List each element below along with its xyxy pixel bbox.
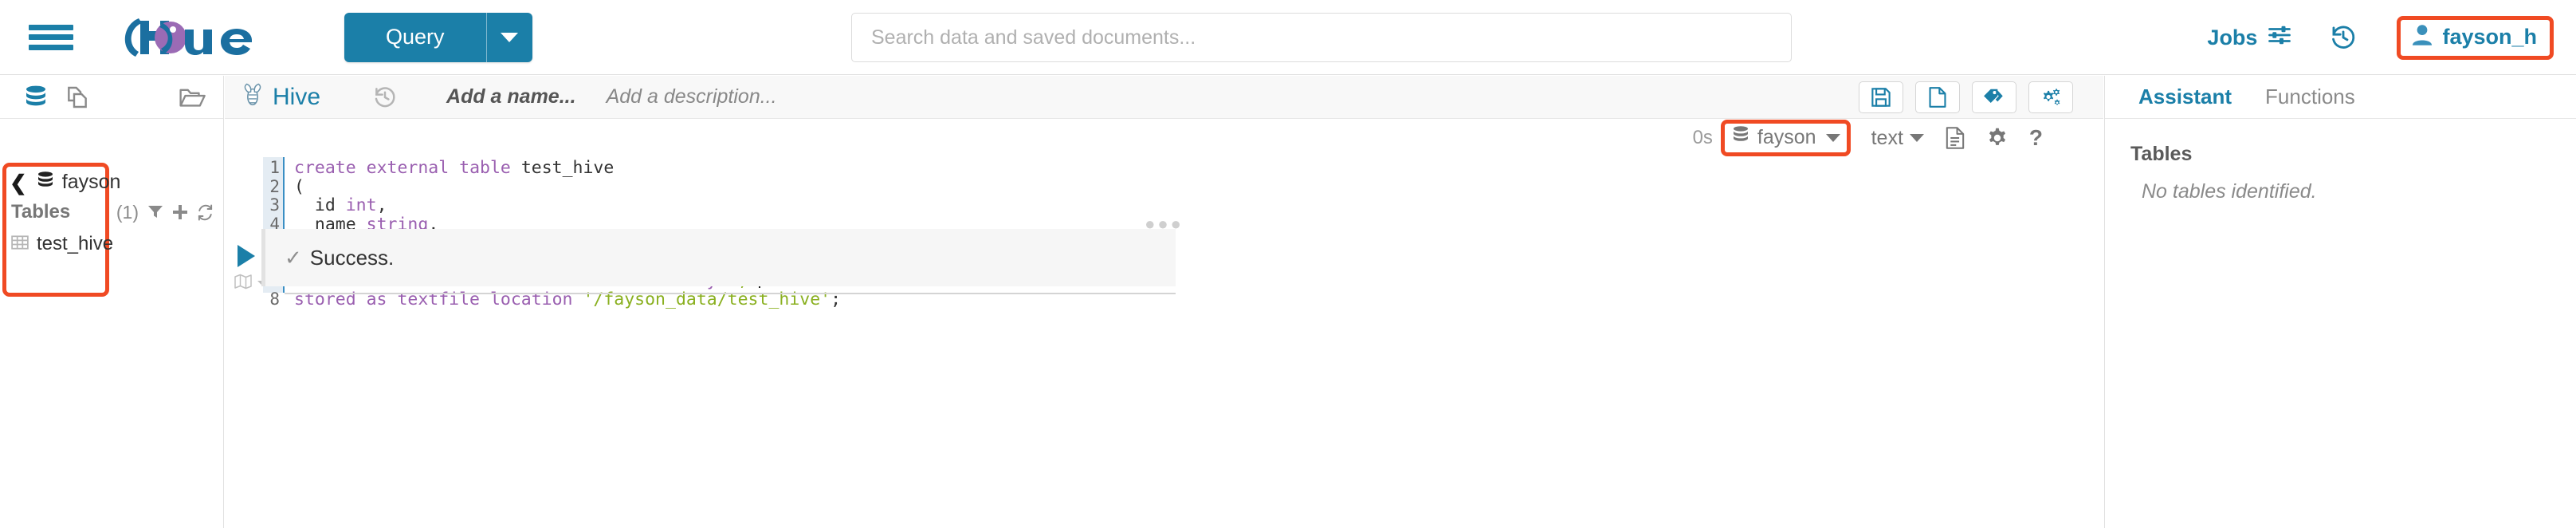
settings-button[interactable] bbox=[2028, 81, 2073, 113]
tables-label: Tables bbox=[11, 201, 70, 223]
editor-header-buttons bbox=[1859, 81, 2073, 113]
tab-functions[interactable]: Functions bbox=[2265, 85, 2355, 109]
topnav-right-group: Jobs bbox=[2207, 0, 2554, 75]
database-selector[interactable]: fayson bbox=[1731, 125, 1840, 150]
editor-header: Hive Add a name... Add a description... bbox=[225, 76, 2103, 119]
query-button-group[interactable]: Query bbox=[344, 13, 532, 62]
chevron-down-icon bbox=[1826, 134, 1840, 142]
hue-logo[interactable] bbox=[112, 14, 271, 61]
engine-label: Hive bbox=[273, 84, 320, 111]
query-description-input[interactable]: Add a description... bbox=[607, 85, 777, 108]
top-navigation-bar: Query Jobs bbox=[0, 0, 2576, 75]
search-box[interactable] bbox=[851, 13, 1792, 62]
tags-button[interactable] bbox=[1972, 81, 2016, 113]
left-assist-panel: ❮ fayson Tables (1) bbox=[0, 76, 224, 528]
right-assistant-panel: Assistant Functions Tables No tables ide… bbox=[2104, 76, 2576, 528]
database-icon bbox=[1731, 125, 1750, 150]
gear-icon[interactable] bbox=[1986, 127, 2009, 149]
history-icon[interactable] bbox=[2330, 24, 2357, 51]
table-name-label: test_hive bbox=[37, 233, 113, 255]
tables-count: (1) bbox=[116, 202, 139, 223]
documents-icon[interactable] bbox=[65, 85, 90, 110]
database-icon bbox=[36, 171, 55, 194]
result-format-selector[interactable]: text bbox=[1871, 127, 1924, 150]
assistant-tabs: Assistant Functions bbox=[2105, 76, 2576, 119]
folder-open-icon[interactable] bbox=[179, 85, 206, 109]
table-icon bbox=[11, 234, 29, 255]
plus-icon[interactable] bbox=[172, 204, 188, 220]
history-icon[interactable] bbox=[373, 85, 397, 109]
query-editor-pane: Hive Add a name... Add a description... bbox=[225, 76, 2103, 528]
drag-dots-icon: ●●● bbox=[1145, 222, 1184, 227]
user-icon bbox=[2412, 24, 2433, 50]
hamburger-icon[interactable] bbox=[29, 20, 73, 55]
result-status-text: Success. bbox=[310, 246, 395, 270]
database-selector-highlight: fayson bbox=[1721, 120, 1851, 156]
save-button[interactable] bbox=[1859, 81, 1903, 113]
check-icon: ✓ bbox=[285, 246, 302, 270]
sliders-icon bbox=[2268, 25, 2291, 51]
chevron-left-icon[interactable]: ❮ bbox=[10, 172, 27, 193]
tables-section-header: Tables (1) bbox=[11, 201, 220, 223]
editor-bottom-rule bbox=[285, 293, 1176, 294]
engine-selector[interactable]: Hive bbox=[241, 82, 320, 112]
filter-icon[interactable] bbox=[147, 204, 163, 220]
user-menu[interactable]: fayson_h bbox=[2397, 16, 2554, 60]
play-icon[interactable] bbox=[238, 245, 255, 267]
minimap-icon bbox=[234, 274, 252, 294]
hamburger-bar-2 bbox=[29, 34, 73, 40]
assistant-empty-message: No tables identified. bbox=[2142, 180, 2576, 203]
database-breadcrumb[interactable]: ❮ fayson bbox=[10, 171, 120, 194]
database-name-label: fayson bbox=[62, 171, 121, 194]
database-icon[interactable] bbox=[23, 85, 49, 110]
document-icon[interactable] bbox=[1945, 127, 1965, 149]
database-selector-label: fayson bbox=[1757, 126, 1816, 149]
execution-time-label: 0s bbox=[1693, 127, 1713, 149]
left-panel-header bbox=[0, 76, 223, 119]
assistant-section-title: Tables bbox=[2130, 143, 2576, 166]
refresh-icon[interactable] bbox=[197, 204, 214, 221]
hamburger-bar-1 bbox=[29, 25, 73, 30]
jobs-label: Jobs bbox=[2207, 26, 2257, 50]
tab-assistant[interactable]: Assistant bbox=[2138, 85, 2232, 109]
result-format-label: text bbox=[1871, 127, 1903, 150]
help-button[interactable]: ? bbox=[2029, 125, 2043, 151]
user-name-label: fayson_h bbox=[2442, 25, 2537, 49]
list-item[interactable]: test_hive bbox=[11, 233, 113, 255]
query-button[interactable]: Query bbox=[344, 13, 486, 62]
query-result-message: ✓ Success. bbox=[261, 229, 1176, 286]
search-input[interactable] bbox=[851, 13, 1792, 62]
chevron-down-icon[interactable] bbox=[486, 13, 532, 62]
new-document-button[interactable] bbox=[1915, 81, 1960, 113]
hive-bee-icon bbox=[241, 82, 265, 112]
query-name-input[interactable]: Add a name... bbox=[446, 85, 576, 108]
hamburger-bar-3 bbox=[29, 45, 73, 50]
jobs-link[interactable]: Jobs bbox=[2207, 25, 2291, 51]
chevron-down-icon bbox=[1910, 134, 1924, 142]
tables-actions: (1) bbox=[116, 202, 214, 223]
query-settings-bar: 0s fayson text bbox=[1693, 119, 2103, 157]
